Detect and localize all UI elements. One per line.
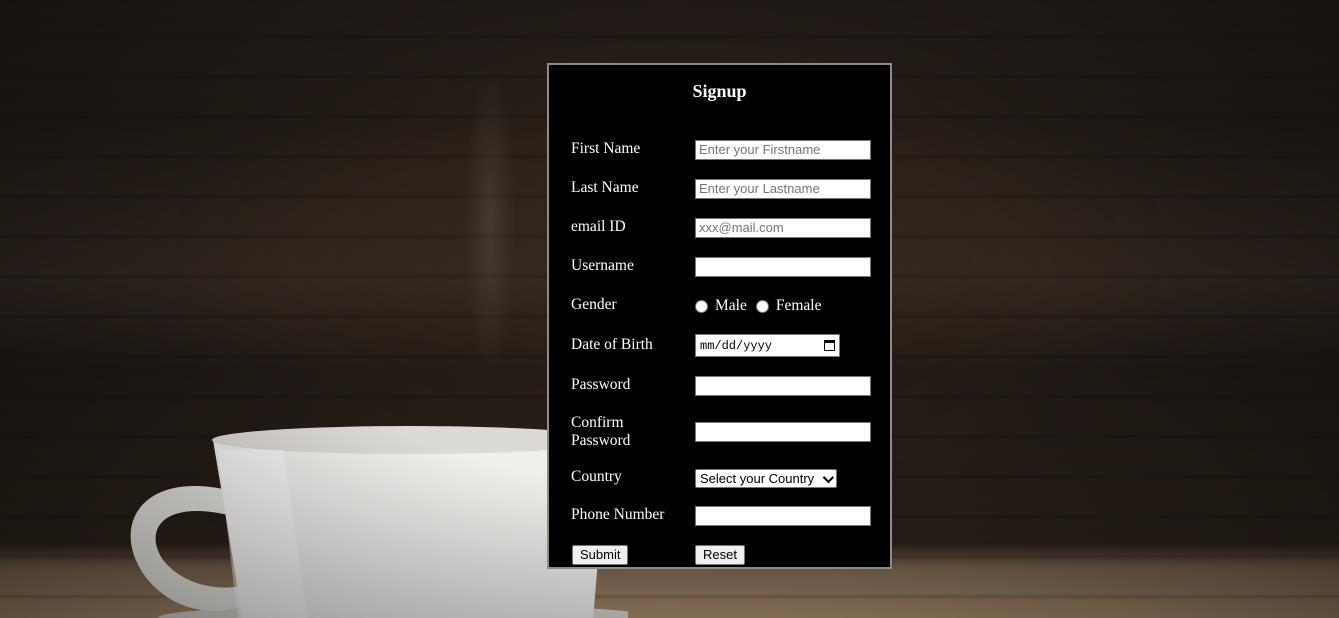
last-name-input[interactable]: Enter your Lastname (695, 179, 871, 199)
password-label: Password (571, 376, 631, 393)
calendar-icon[interactable] (824, 340, 835, 351)
dob-input[interactable]: mm/dd/yyyy (695, 334, 840, 357)
form-title: Signup (692, 81, 747, 101)
confirm-password-label-line2: Password (571, 432, 631, 449)
password-input[interactable] (695, 376, 871, 396)
signup-panel: Signup First Name Enter your Firstname L… (547, 63, 892, 569)
country-select[interactable]: Select your Country (695, 469, 837, 488)
chevron-down-icon (822, 471, 835, 483)
dob-placeholder: mm/dd/yyyy (700, 338, 773, 353)
reset-button[interactable]: Reset (695, 545, 745, 565)
phone-input[interactable] (695, 506, 871, 526)
phone-label: Phone Number (571, 506, 665, 523)
gender-female-radio[interactable] (755, 299, 769, 313)
country-label: Country (571, 468, 622, 485)
country-selected-value: Select your Country (700, 471, 815, 486)
gender-male-label: Male (715, 297, 747, 314)
username-label: Username (571, 257, 634, 274)
username-input[interactable] (695, 257, 871, 277)
last-name-label: Last Name (571, 179, 639, 196)
background-steam (430, 0, 550, 440)
first-name-label: First Name (571, 140, 641, 157)
email-label: email ID (571, 218, 626, 235)
first-name-input[interactable]: Enter your Firstname (695, 140, 871, 160)
dob-label: Date of Birth (571, 336, 653, 353)
email-input[interactable]: xxx@mail.com (695, 218, 871, 238)
gender-label: Gender (571, 296, 617, 313)
confirm-password-label-line1: Confirm (571, 414, 624, 431)
gender-female-label: Female (775, 297, 822, 314)
confirm-password-input[interactable] (695, 422, 871, 442)
submit-button[interactable]: Submit (572, 545, 629, 565)
gender-radio-group: Male Female (695, 297, 830, 315)
gender-male-radio[interactable] (695, 299, 708, 313)
